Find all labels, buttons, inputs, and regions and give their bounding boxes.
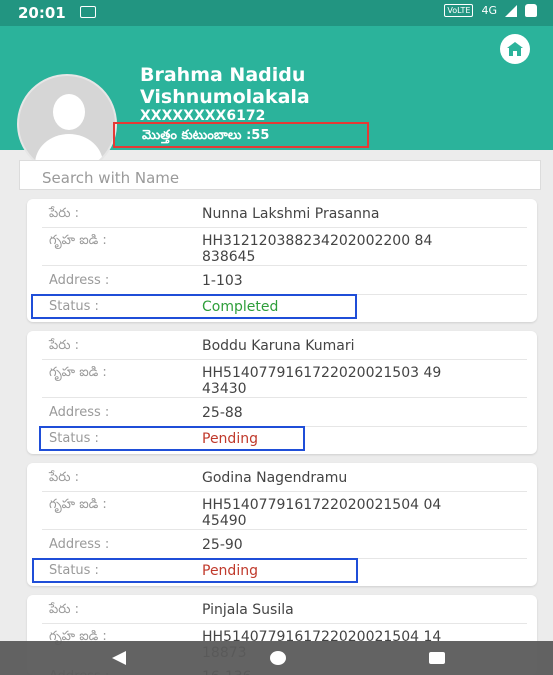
address-value: 25-88 <box>202 405 243 421</box>
recent-apps-icon[interactable] <box>429 652 445 664</box>
status-icons: VoLTE 4G <box>444 4 537 17</box>
status-highlight <box>39 426 305 451</box>
house-id-label: గృహ ఐడి : <box>49 233 107 248</box>
user-name-line2: Vishnumolakala <box>140 86 310 108</box>
name-value: Pinjala Susila <box>202 602 294 618</box>
avatar <box>17 74 117 174</box>
house-id-value: HH312120388234202002200 84 838645 <box>202 233 433 265</box>
name-value: Boddu Karuna Kumari <box>202 338 355 354</box>
house-id-label: గృహ ఐడి : <box>49 497 107 512</box>
search-input[interactable]: Search with Name <box>19 160 541 190</box>
address-value: 25-90 <box>202 537 243 553</box>
name-label: పేరు : <box>49 602 79 617</box>
address-label: Address : <box>49 405 110 420</box>
network-type: 4G <box>481 4 497 17</box>
profile-header: Brahma Nadidu Vishnumolakala XXXXXXXX617… <box>0 26 553 174</box>
status-highlight <box>31 294 357 319</box>
user-name: Brahma Nadidu Vishnumolakala <box>140 64 310 108</box>
address-label: Address : <box>49 273 110 288</box>
status-time: 20:01 <box>18 4 66 22</box>
signal-icon <box>505 4 517 17</box>
house-id-value: HH5140779161722020021504 04 45490 <box>202 497 442 529</box>
house-id-value: HH5140779161722020021503 49 43430 <box>202 365 442 397</box>
volte-icon: VoLTE <box>444 4 474 17</box>
family-card[interactable]: పేరు : Godina Nagendramu గృహ ఐడి : HH514… <box>27 463 537 586</box>
house-id-label: గృహ ఐడి : <box>49 365 107 380</box>
home-icon <box>507 42 523 56</box>
home-button[interactable] <box>500 34 530 64</box>
name-value: Nunna Lakshmi Prasanna <box>202 206 380 222</box>
name-label: పేరు : <box>49 338 79 353</box>
total-families: మొత్తం కుటుంబాలు :55 <box>113 122 369 148</box>
name-label: పేరు : <box>49 206 79 221</box>
back-triangle-icon[interactable] <box>112 651 126 665</box>
address-value: 1-103 <box>202 273 243 289</box>
name-label: పేరు : <box>49 470 79 485</box>
user-name-line1: Brahma Nadidu <box>140 64 306 86</box>
status-bar: 20:01 VoLTE 4G <box>0 0 553 26</box>
name-value: Godina Nagendramu <box>202 470 348 486</box>
nav-home-circle-icon[interactable] <box>270 651 286 665</box>
family-card[interactable]: పేరు : Nunna Lakshmi Prasanna గృహ ఐడి : … <box>27 199 537 322</box>
navigation-bar <box>0 641 553 675</box>
battery-icon <box>525 4 537 17</box>
status-highlight <box>32 558 358 583</box>
address-label: Address : <box>49 537 110 552</box>
gmail-notification-icon <box>80 6 96 18</box>
family-card[interactable]: పేరు : Boddu Karuna Kumari గృహ ఐడి : HH5… <box>27 331 537 454</box>
